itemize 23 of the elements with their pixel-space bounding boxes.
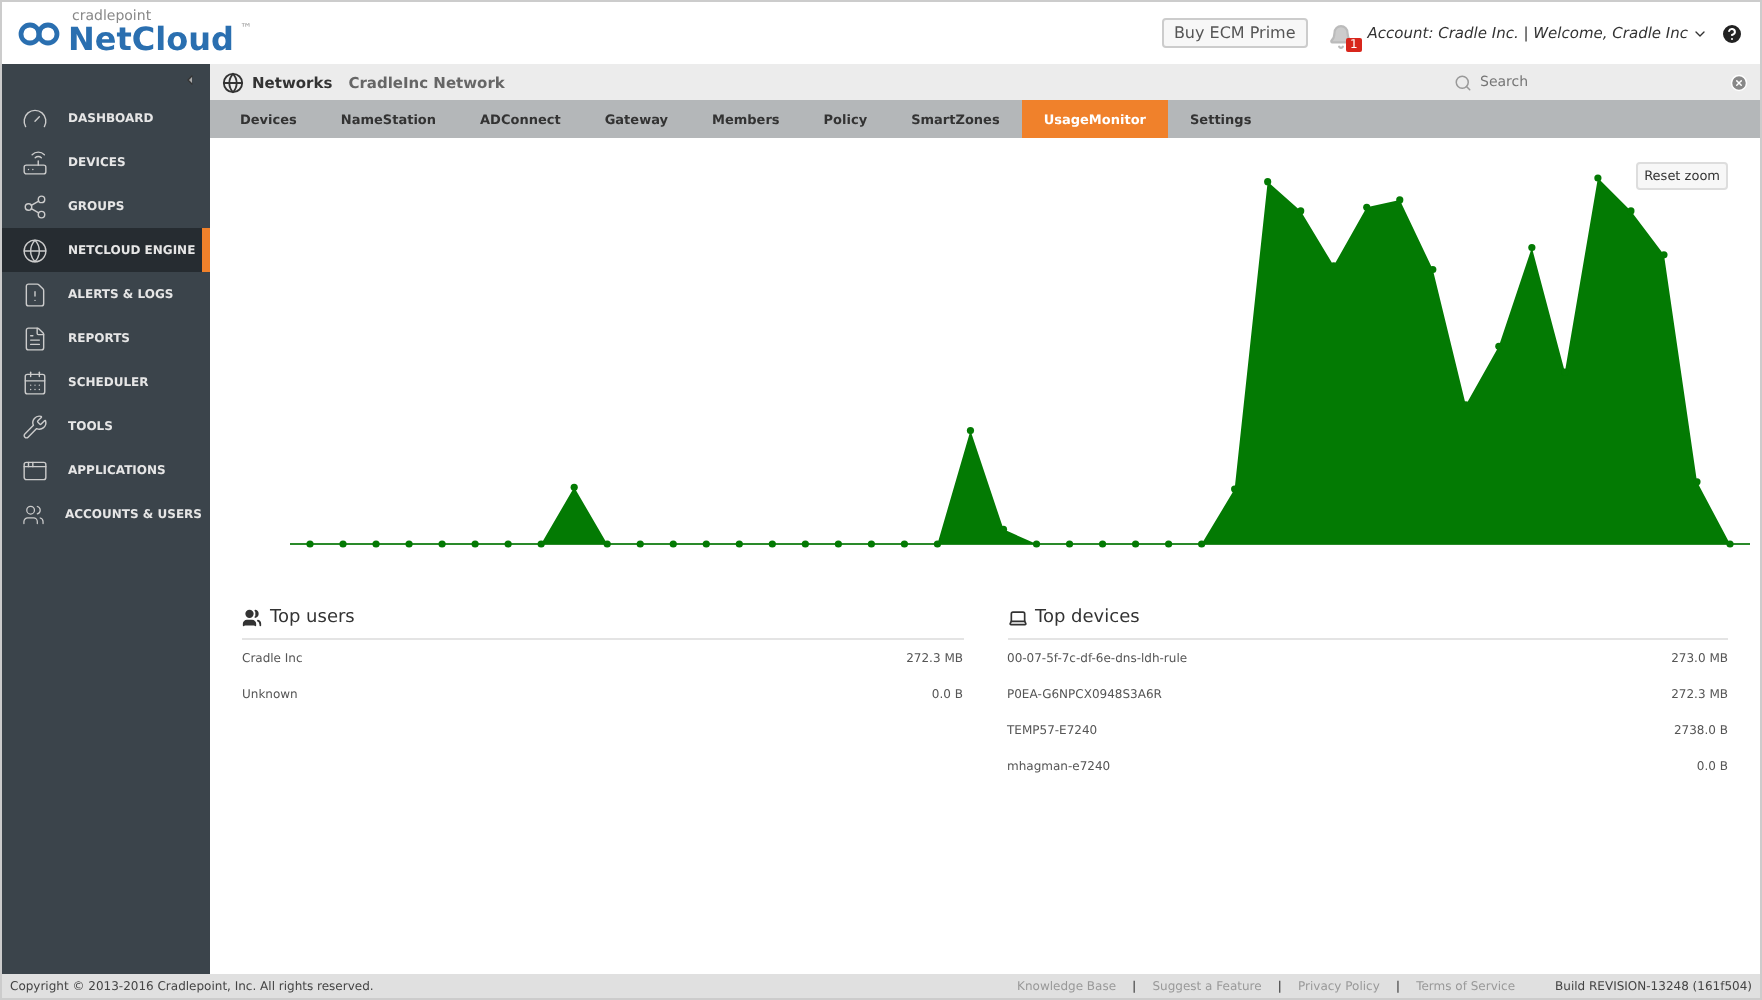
bell-icon[interactable] xyxy=(1327,23,1354,49)
users-icon xyxy=(242,608,262,628)
brand-name: NetCloud xyxy=(68,24,234,56)
laptop-icon xyxy=(1007,608,1027,628)
search-icon xyxy=(1454,73,1472,91)
app-window-icon xyxy=(22,457,48,483)
warning-file-icon xyxy=(22,281,48,307)
router-icon xyxy=(22,149,48,175)
collapse-icon[interactable] xyxy=(182,72,198,88)
gauge-icon xyxy=(22,105,48,131)
panel-title: Top devices xyxy=(1035,608,1140,628)
calendar-icon xyxy=(22,369,48,395)
logo-icon xyxy=(18,19,62,47)
document-icon xyxy=(22,325,48,351)
users-icon xyxy=(22,501,45,527)
globe-icon xyxy=(222,71,244,93)
buy-prime-button[interactable]: Buy ECM Prime xyxy=(1161,18,1308,48)
help-icon[interactable] xyxy=(1720,21,1744,45)
wrench-icon xyxy=(22,413,48,439)
close-icon[interactable] xyxy=(1730,73,1748,91)
share-icon xyxy=(22,193,48,219)
panel-title: Top users xyxy=(270,608,355,628)
globe-icon xyxy=(22,237,48,263)
